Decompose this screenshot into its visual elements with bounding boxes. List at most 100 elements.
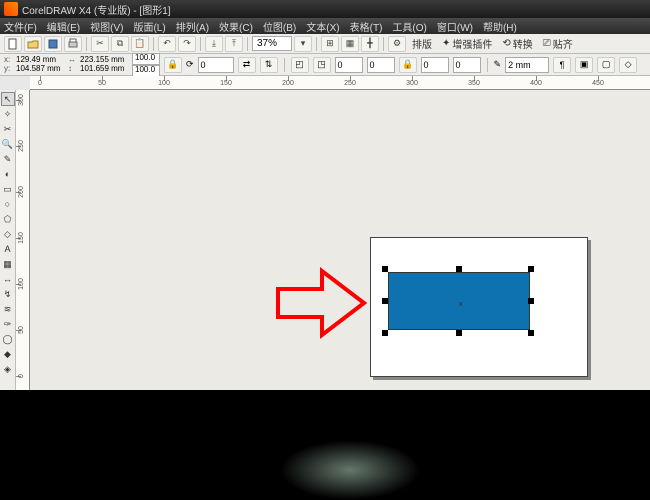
redo-button[interactable]: ↷	[178, 36, 196, 52]
corner-tl-button[interactable]: ◰	[291, 57, 309, 73]
position-block: x:129.49 mm y:104.587 mm	[4, 56, 64, 74]
corner-radius-3[interactable]: 0	[421, 57, 449, 73]
ruler-vertical: 300250200150100500	[16, 90, 30, 390]
export-button[interactable]: ⤒	[225, 36, 243, 52]
fill-tool[interactable]: ◆	[1, 347, 15, 361]
menu-bitmap[interactable]: 位图(B)	[263, 19, 296, 34]
shape-tool[interactable]: ✧	[1, 107, 15, 121]
snap-to-button[interactable]: ⎚贴齐	[539, 36, 577, 51]
menu-edit[interactable]: 编辑(E)	[47, 19, 80, 34]
handle-top-center[interactable]	[456, 266, 462, 272]
eyedropper-tool[interactable]: ✑	[1, 317, 15, 331]
handle-mid-right[interactable]	[528, 298, 534, 304]
separator	[383, 37, 384, 51]
zoom-dropdown-icon[interactable]: ▾	[294, 36, 312, 52]
crop-tool[interactable]: ✂	[1, 122, 15, 136]
pick-tool[interactable]: ↖	[1, 92, 15, 106]
connector-tool[interactable]: ↯	[1, 287, 15, 301]
menu-effects[interactable]: 效果(C)	[219, 19, 253, 34]
convert-button[interactable]: ⟲转换	[498, 36, 536, 51]
corner-radius-1[interactable]: 0	[335, 57, 363, 73]
outline-icon: ✎	[494, 59, 502, 70]
title-bar: CorelDRAW X4 (专业版) - [图形1]	[0, 0, 650, 18]
zoom-tool[interactable]: 🔍	[1, 137, 15, 151]
freehand-tool[interactable]: ✎	[1, 152, 15, 166]
menu-arrange[interactable]: 排列(A)	[176, 19, 209, 34]
menu-table[interactable]: 表格(T)	[350, 19, 383, 34]
polygon-tool[interactable]: ⬠	[1, 212, 15, 226]
scale-block: 100.0 100.0	[132, 53, 160, 77]
paste-button[interactable]: 📋	[131, 36, 149, 52]
mirror-h-button[interactable]: ⇄	[238, 57, 256, 73]
menu-view[interactable]: 视图(V)	[90, 19, 123, 34]
corner-radius-2[interactable]: 0	[367, 57, 395, 73]
separator	[316, 37, 317, 51]
corner-tr-button[interactable]: ◳	[313, 57, 331, 73]
save-button[interactable]	[44, 36, 62, 52]
convert-curves-button[interactable]: ◇	[619, 57, 637, 73]
height-value[interactable]: 101.659 mm	[80, 65, 128, 74]
handle-bottom-left[interactable]	[382, 330, 388, 336]
work-area: ↖ ✧ ✂ 🔍 ✎ ◐ ▭ ○ ⬠ ◇ A ▦ ↔ ↯ ≋ ✑ ◯ ◆ ◈ 30…	[0, 90, 650, 390]
handle-top-right[interactable]	[528, 266, 534, 272]
toolbox: ↖ ✧ ✂ 🔍 ✎ ◐ ▭ ○ ⬠ ◇ A ▦ ↔ ↯ ≋ ✑ ◯ ◆ ◈	[0, 90, 16, 390]
handle-top-left[interactable]	[382, 266, 388, 272]
outline-width[interactable]: 2 mm	[505, 57, 549, 73]
outline-tool[interactable]: ◯	[1, 332, 15, 346]
window-title: CorelDRAW X4 (专业版) - [图形1]	[22, 2, 171, 17]
to-back-button[interactable]: ▢	[597, 57, 615, 73]
import-button[interactable]: ⤓	[205, 36, 223, 52]
blend-tool[interactable]: ≋	[1, 302, 15, 316]
grid-button[interactable]: ▦	[341, 36, 359, 52]
smart-fill-tool[interactable]: ◐	[1, 167, 15, 181]
to-front-button[interactable]: ▣	[575, 57, 593, 73]
separator	[153, 37, 154, 51]
menu-window[interactable]: 窗口(W)	[437, 19, 473, 34]
y-label: y:	[4, 65, 14, 74]
handle-mid-left[interactable]	[382, 298, 388, 304]
table-tool[interactable]: ▦	[1, 257, 15, 271]
property-bar: x:129.49 mm y:104.587 mm ↔223.155 mm ↕10…	[0, 54, 650, 76]
wrap-text-button[interactable]: ¶	[553, 57, 571, 73]
layout-button[interactable]: 排版	[408, 36, 436, 51]
copy-button[interactable]: ⧉	[111, 36, 129, 52]
print-button[interactable]	[64, 36, 82, 52]
menu-help[interactable]: 帮助(H)	[483, 19, 517, 34]
lock-ratio-icon[interactable]: 🔒	[164, 57, 182, 73]
lock-corners-icon[interactable]: 🔒	[399, 57, 417, 73]
separator	[487, 58, 488, 72]
handle-bottom-center[interactable]	[456, 330, 462, 336]
corner-radius-4[interactable]: 0	[453, 57, 481, 73]
canvas[interactable]: ×	[30, 90, 650, 390]
handle-bottom-right[interactable]	[528, 330, 534, 336]
new-button[interactable]	[4, 36, 22, 52]
y-value[interactable]: 104.587 mm	[16, 65, 64, 74]
snap-button[interactable]: ⊞	[321, 36, 339, 52]
guides-button[interactable]: ╋	[361, 36, 379, 52]
scale-y[interactable]: 100.0	[132, 65, 160, 77]
rotation-value[interactable]: 0	[198, 57, 234, 73]
interactive-fill-tool[interactable]: ◈	[1, 362, 15, 376]
options-button[interactable]: ⚙	[388, 36, 406, 52]
menu-layout[interactable]: 版面(L)	[133, 19, 165, 34]
undo-button[interactable]: ↶	[158, 36, 176, 52]
mirror-v-button[interactable]: ⇅	[260, 57, 278, 73]
text-tool[interactable]: A	[1, 242, 15, 256]
rotation-icon: ⟳	[186, 59, 194, 70]
menu-tools[interactable]: 工具(O)	[392, 19, 426, 34]
menu-text[interactable]: 文本(X)	[306, 19, 339, 34]
zoom-level[interactable]: 37%	[252, 36, 292, 51]
dimension-tool[interactable]: ↔	[1, 272, 15, 286]
enhance-plugin-button[interactable]: ✦增强插件	[438, 36, 496, 51]
ruler-horizontal: 050100150200250300350400450	[30, 76, 650, 90]
menu-file[interactable]: 文件(F)	[4, 19, 37, 34]
ellipse-tool[interactable]: ○	[1, 197, 15, 211]
rectangle-tool[interactable]: ▭	[1, 182, 15, 196]
menu-bar: 文件(F) 编辑(E) 视图(V) 版面(L) 排列(A) 效果(C) 位图(B…	[0, 18, 650, 34]
basic-shapes-tool[interactable]: ◇	[1, 227, 15, 241]
cut-button[interactable]: ✂	[91, 36, 109, 52]
separator	[284, 58, 285, 72]
scale-x[interactable]: 100.0	[132, 53, 160, 65]
open-button[interactable]	[24, 36, 42, 52]
annotation-arrow-icon	[274, 265, 370, 341]
